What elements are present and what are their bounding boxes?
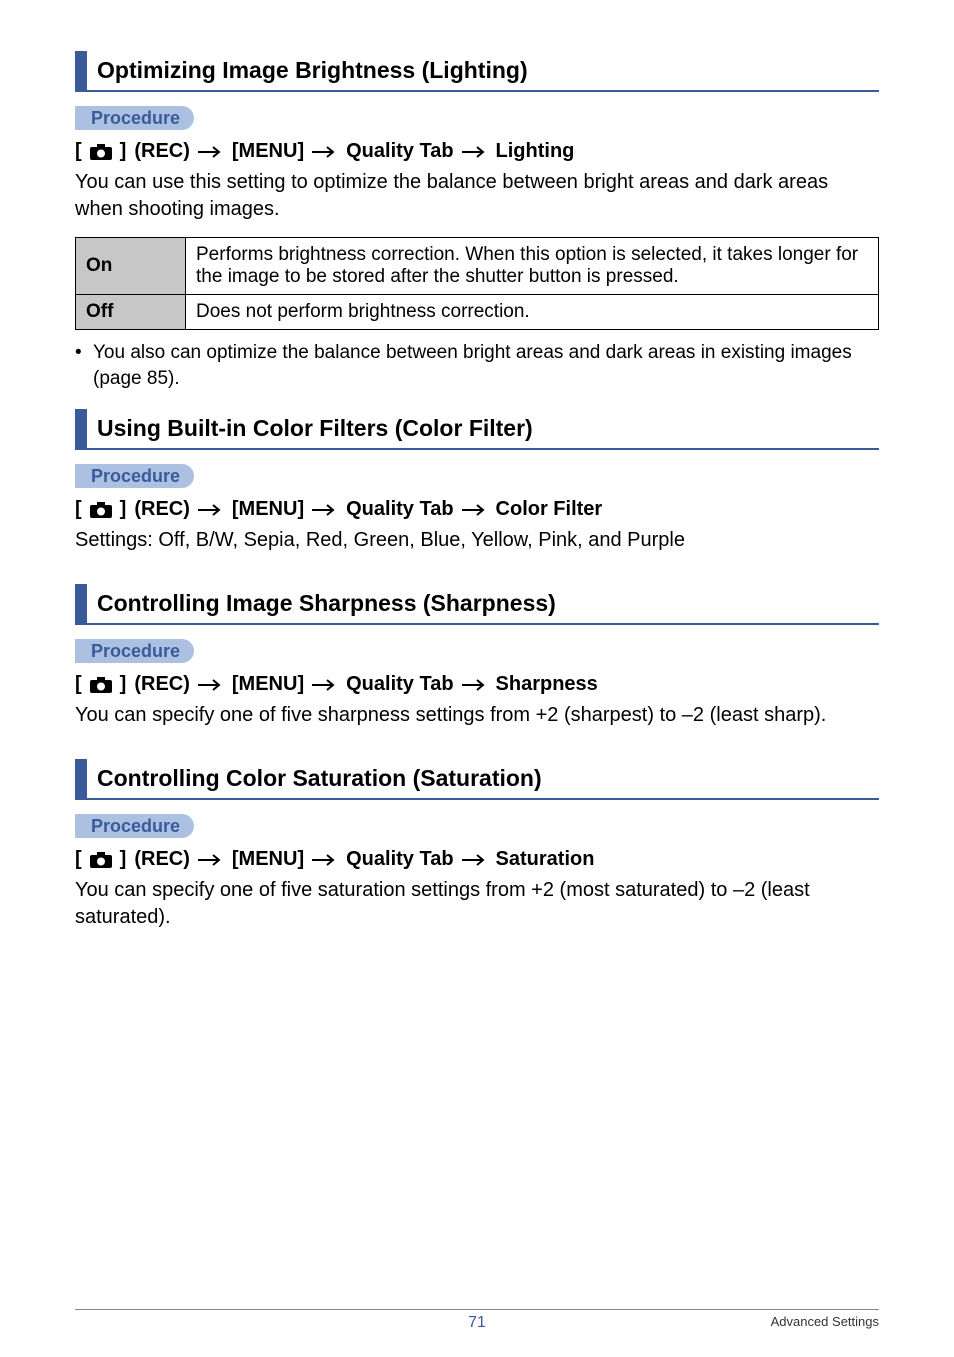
breadcrumb-item: (REC) bbox=[134, 673, 190, 696]
bullet-dot: • bbox=[75, 340, 93, 391]
section-header-sharpness: Controlling Image Sharpness (Sharpness) bbox=[75, 584, 879, 625]
breadcrumb-bracket-open: [ bbox=[75, 498, 82, 521]
header-accent-bar bbox=[75, 409, 87, 448]
breadcrumb-sharpness: [] (REC) [MENU] Quality Tab Sharpness bbox=[75, 673, 879, 696]
table-cell: Does not perform brightness correction. bbox=[186, 295, 879, 330]
arrow-icon bbox=[462, 679, 488, 691]
breadcrumb-item: (REC) bbox=[134, 498, 190, 521]
breadcrumb-item: Quality Tab bbox=[346, 498, 453, 521]
breadcrumb-bracket-close: ] bbox=[120, 140, 127, 163]
procedure-chip: Procedure bbox=[81, 464, 194, 488]
breadcrumb-bracket-close: ] bbox=[120, 673, 127, 696]
section-body: You can specify one of five saturation s… bbox=[75, 877, 879, 931]
breadcrumb-colorfilter: [] (REC) [MENU] Quality Tab Color Filter bbox=[75, 498, 879, 521]
table-header-cell: Off bbox=[76, 295, 186, 330]
bullet-text: You also can optimize the balance betwee… bbox=[93, 340, 879, 391]
breadcrumb-item: [MENU] bbox=[232, 140, 304, 163]
section-title: Using Built-in Color Filters (Color Filt… bbox=[87, 409, 533, 448]
section-title: Controlling Color Saturation (Saturation… bbox=[87, 759, 542, 798]
procedure-label: Procedure bbox=[91, 641, 180, 662]
section-body: Settings: Off, B/W, Sepia, Red, Green, B… bbox=[75, 527, 879, 554]
footer-inner: 71 Advanced Settings bbox=[75, 1314, 879, 1329]
settings-table: On Performs brightness correction. When … bbox=[75, 237, 879, 330]
breadcrumb-saturation: [] (REC) [MENU] Quality Tab Saturation bbox=[75, 848, 879, 871]
header-accent-bar bbox=[75, 584, 87, 623]
page-container: Optimizing Image Brightness (Lighting) P… bbox=[0, 0, 954, 1357]
breadcrumb-item: [MENU] bbox=[232, 673, 304, 696]
procedure-label-row: Procedure bbox=[75, 814, 879, 838]
arrow-icon bbox=[462, 854, 488, 866]
table-cell: Performs brightness correction. When thi… bbox=[186, 238, 879, 295]
breadcrumb-item: (REC) bbox=[134, 848, 190, 871]
arrow-icon bbox=[198, 679, 224, 691]
breadcrumb-item: Saturation bbox=[496, 848, 595, 871]
breadcrumb-item: Sharpness bbox=[496, 673, 598, 696]
page-number: 71 bbox=[468, 1314, 486, 1332]
camera-icon bbox=[90, 677, 112, 693]
breadcrumb-bracket-open: [ bbox=[75, 848, 82, 871]
arrow-icon bbox=[198, 854, 224, 866]
breadcrumb-item: Lighting bbox=[496, 140, 575, 163]
procedure-label: Procedure bbox=[91, 466, 180, 487]
procedure-chip: Procedure bbox=[81, 106, 194, 130]
procedure-label: Procedure bbox=[91, 108, 180, 129]
arrow-icon bbox=[312, 854, 338, 866]
arrow-icon bbox=[462, 504, 488, 516]
breadcrumb-lighting: [] (REC) [MENU] Quality Tab Lighting bbox=[75, 140, 879, 163]
page-footer: 71 Advanced Settings bbox=[75, 1309, 879, 1329]
arrow-icon bbox=[312, 679, 338, 691]
section-header-colorfilter: Using Built-in Color Filters (Color Filt… bbox=[75, 409, 879, 450]
breadcrumb-bracket-open: [ bbox=[75, 673, 82, 696]
arrow-icon bbox=[198, 146, 224, 158]
table-row: Off Does not perform brightness correcti… bbox=[76, 295, 879, 330]
note-bullet: • You also can optimize the balance betw… bbox=[75, 340, 879, 391]
table-header-cell: On bbox=[76, 238, 186, 295]
breadcrumb-bracket-open: [ bbox=[75, 140, 82, 163]
section-header-lighting: Optimizing Image Brightness (Lighting) bbox=[75, 51, 879, 92]
breadcrumb-bracket-close: ] bbox=[120, 498, 127, 521]
arrow-icon bbox=[312, 504, 338, 516]
procedure-chip: Procedure bbox=[81, 639, 194, 663]
table-row: On Performs brightness correction. When … bbox=[76, 238, 879, 295]
camera-icon bbox=[90, 502, 112, 518]
breadcrumb-item: [MENU] bbox=[232, 848, 304, 871]
procedure-label-row: Procedure bbox=[75, 639, 879, 663]
section-body: You can specify one of five sharpness se… bbox=[75, 702, 879, 729]
section-title: Optimizing Image Brightness (Lighting) bbox=[87, 51, 528, 90]
breadcrumb-item: Quality Tab bbox=[346, 673, 453, 696]
breadcrumb-item: Quality Tab bbox=[346, 140, 453, 163]
section-intro: You can use this setting to optimize the… bbox=[75, 169, 879, 223]
breadcrumb-item: (REC) bbox=[134, 140, 190, 163]
header-accent-bar bbox=[75, 759, 87, 798]
header-accent-bar bbox=[75, 51, 87, 90]
camera-icon bbox=[90, 852, 112, 868]
arrow-icon bbox=[462, 146, 488, 158]
procedure-label: Procedure bbox=[91, 816, 180, 837]
section-title: Controlling Image Sharpness (Sharpness) bbox=[87, 584, 556, 623]
breadcrumb-item: [MENU] bbox=[232, 498, 304, 521]
footer-chapter: Advanced Settings bbox=[771, 1314, 879, 1329]
breadcrumb-item: Quality Tab bbox=[346, 848, 453, 871]
procedure-label-row: Procedure bbox=[75, 106, 879, 130]
procedure-label-row: Procedure bbox=[75, 464, 879, 488]
procedure-chip: Procedure bbox=[81, 814, 194, 838]
camera-icon bbox=[90, 144, 112, 160]
breadcrumb-item: Color Filter bbox=[496, 498, 603, 521]
breadcrumb-bracket-close: ] bbox=[120, 848, 127, 871]
arrow-icon bbox=[198, 504, 224, 516]
section-header-saturation: Controlling Color Saturation (Saturation… bbox=[75, 759, 879, 800]
arrow-icon bbox=[312, 146, 338, 158]
